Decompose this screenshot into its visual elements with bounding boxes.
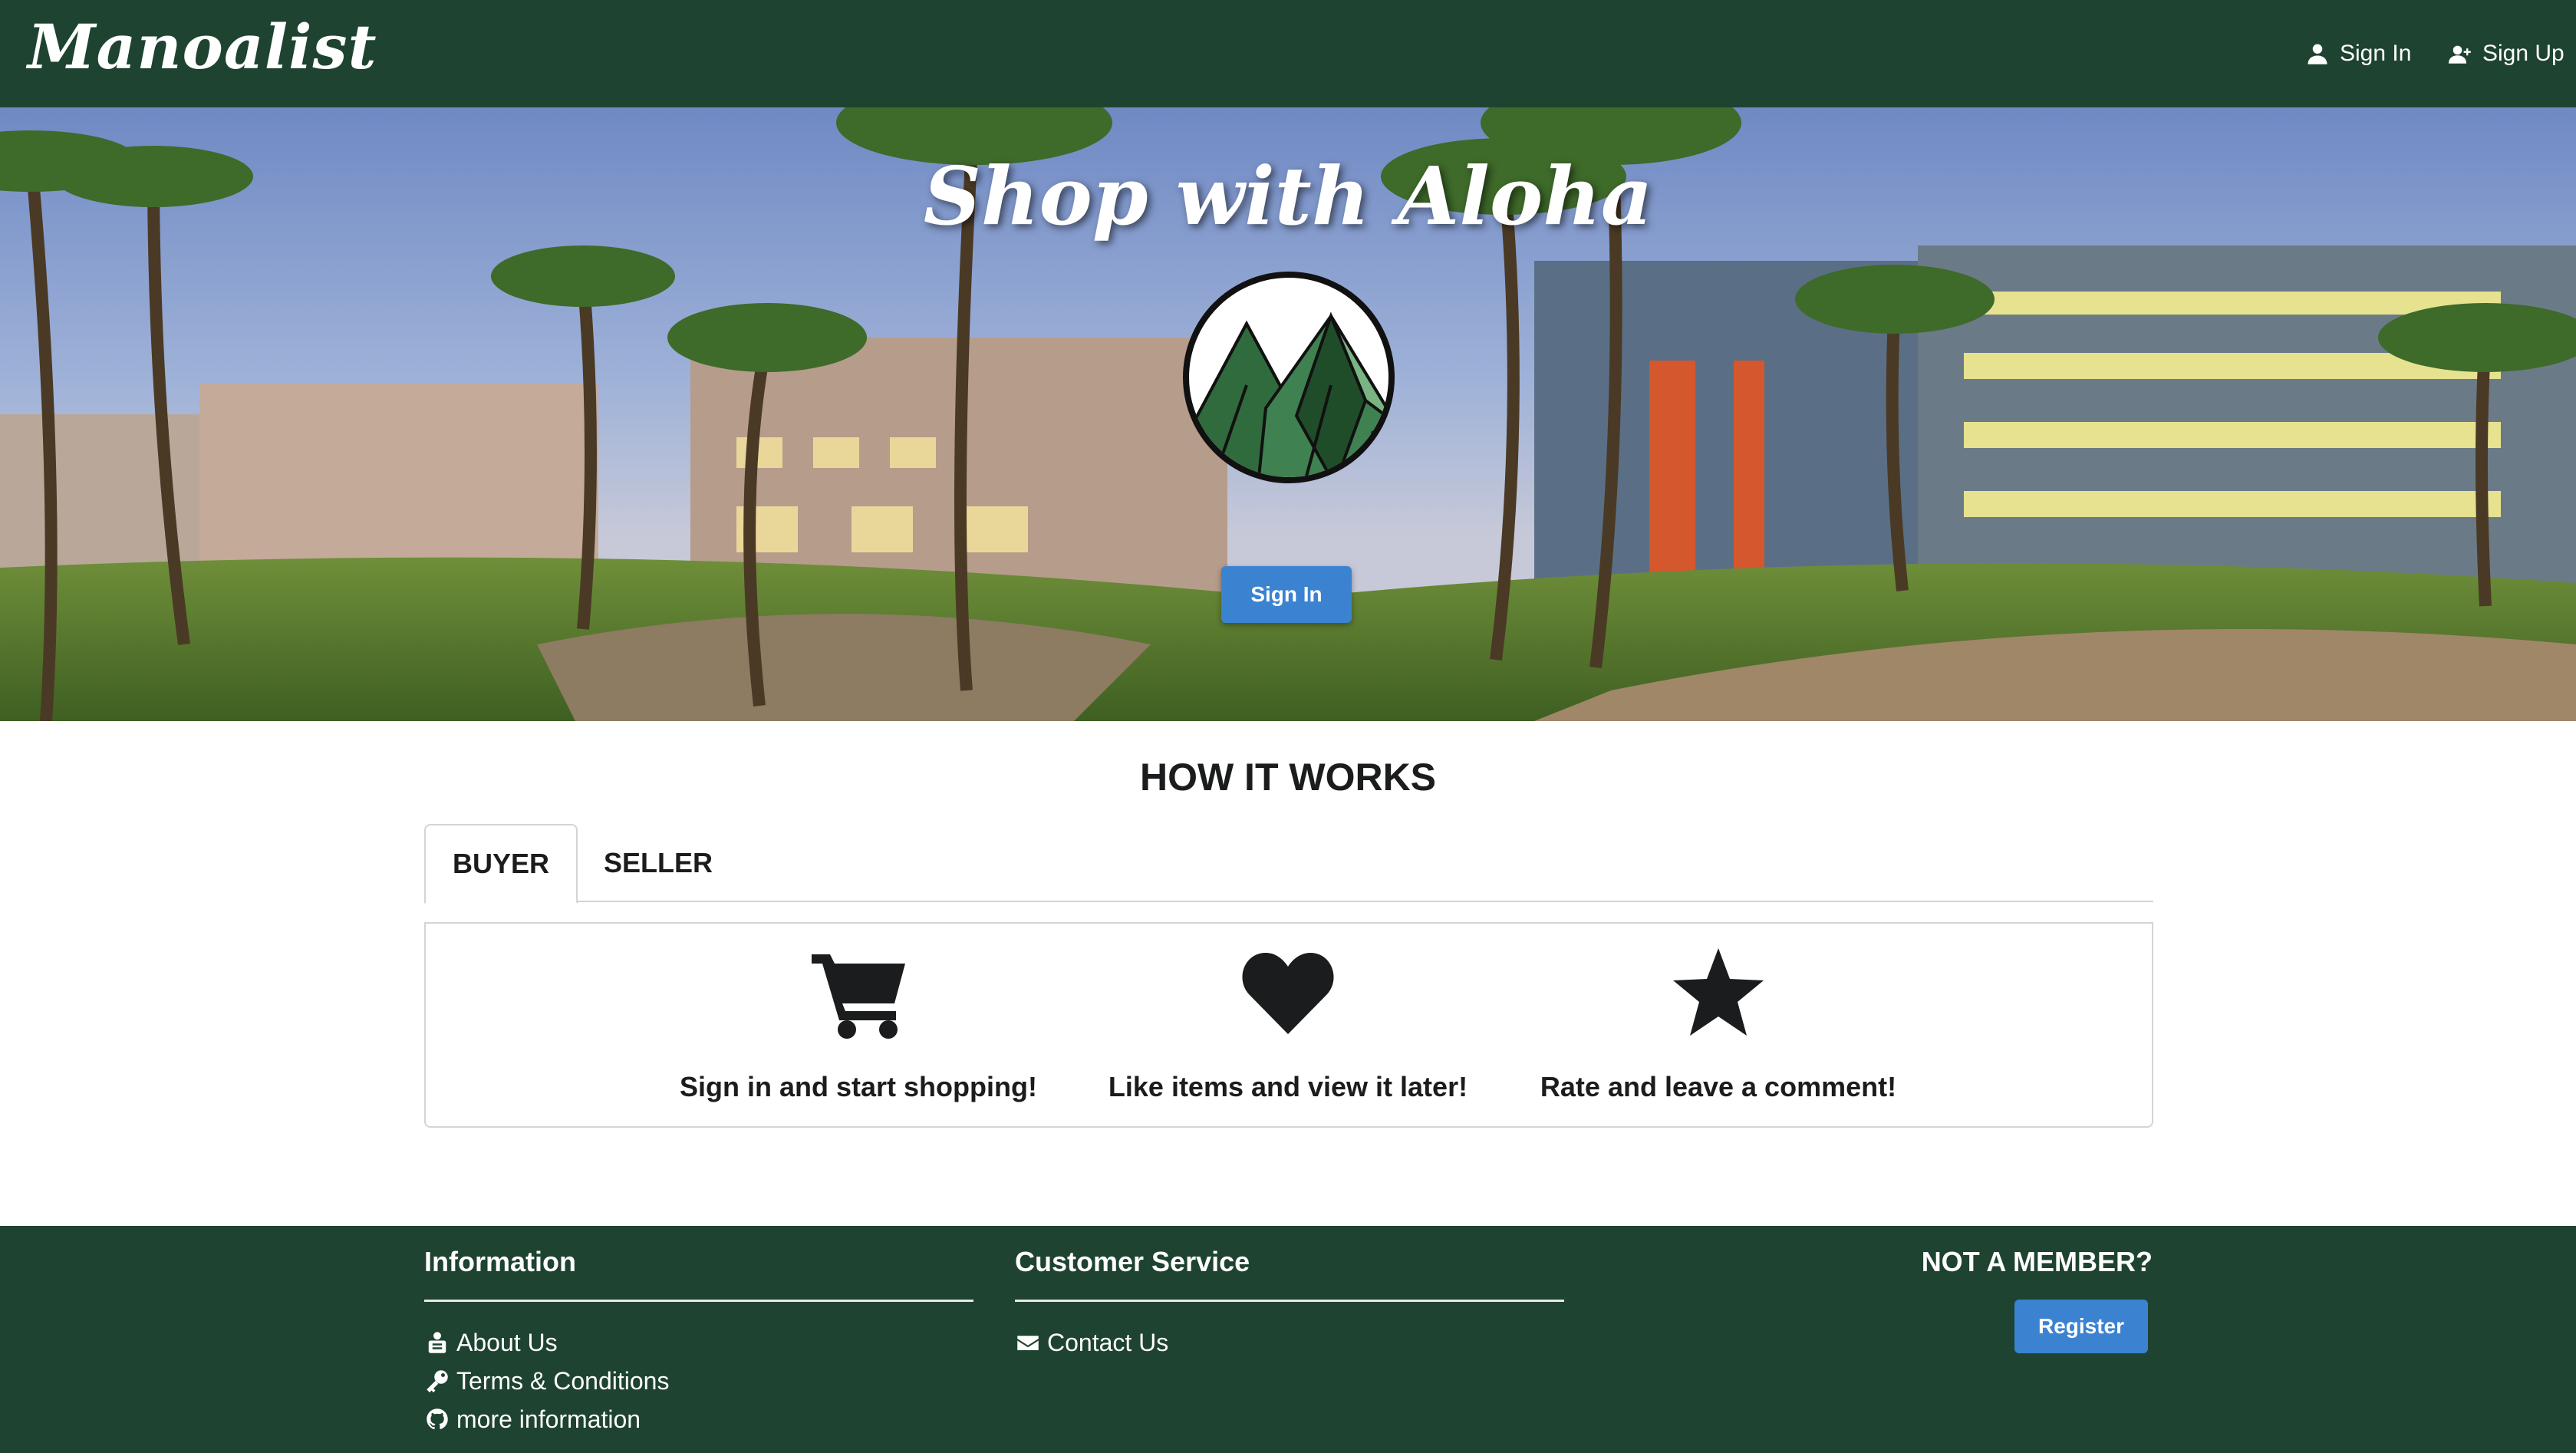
user-icon bbox=[2308, 44, 2327, 64]
nav-sign-in-label: Sign In bbox=[2340, 41, 2412, 66]
nav-sign-up-link[interactable]: Sign Up bbox=[2449, 38, 2564, 69]
footer-link-about-us[interactable]: About Us bbox=[426, 1326, 558, 1359]
footer-link-more-information[interactable]: more information bbox=[426, 1402, 641, 1436]
feature-rate: Rate and leave a comment! bbox=[1504, 944, 1933, 1103]
key-icon bbox=[427, 1370, 448, 1392]
feature-rate-text: Rate and leave a comment! bbox=[1540, 1071, 1897, 1102]
feature-shopping-text: Sign in and start shopping! bbox=[680, 1071, 1037, 1102]
add-user-icon bbox=[2449, 45, 2471, 64]
footer-information-divider bbox=[424, 1300, 973, 1302]
feature-like: Like items and view it later! bbox=[1073, 944, 1503, 1103]
mountain-logo-icon bbox=[1183, 272, 1395, 483]
nav-sign-in-link[interactable]: Sign In bbox=[2306, 38, 2411, 69]
tab-buyer[interactable]: BUYER bbox=[424, 824, 578, 904]
how-it-works-tabs: BUYER SELLER bbox=[424, 824, 2153, 904]
buyer-tab-panel: Sign in and start shopping! Like items a… bbox=[424, 922, 2153, 1128]
hero-sign-in-button[interactable]: Sign In bbox=[1221, 566, 1352, 623]
footer-link-more-information-label: more information bbox=[456, 1405, 641, 1433]
footer-link-terms-label: Terms & Conditions bbox=[456, 1366, 670, 1395]
how-it-works-title: HOW IT WORKS bbox=[1139, 756, 1437, 799]
shopping-cart-icon bbox=[812, 954, 905, 1039]
not-a-member-title: NOT A MEMBER? bbox=[1921, 1246, 2153, 1277]
feature-like-text: Like items and view it later! bbox=[1108, 1071, 1468, 1102]
brand-logo[interactable]: Manoalist bbox=[28, 11, 377, 83]
star-icon bbox=[1673, 948, 1764, 1036]
github-icon bbox=[427, 1409, 448, 1430]
nav-sign-up-label: Sign Up bbox=[2482, 41, 2564, 66]
footer-customer-service-divider bbox=[1015, 1300, 1564, 1302]
footer: Information About Us Terms & Conditions … bbox=[0, 1226, 2576, 1453]
footer-link-about-us-label: About Us bbox=[456, 1328, 558, 1356]
footer-customer-service-title: Customer Service bbox=[1015, 1246, 1250, 1277]
register-button[interactable]: Register bbox=[2014, 1300, 2148, 1353]
footer-link-contact-us-label: Contact Us bbox=[1047, 1328, 1169, 1356]
footer-information-title: Information bbox=[424, 1246, 576, 1277]
feature-shopping: Sign in and start shopping! bbox=[644, 944, 1073, 1103]
hero-banner: Shop with Aloha Sign In bbox=[0, 107, 2576, 721]
footer-link-terms[interactable]: Terms & Conditions bbox=[426, 1364, 669, 1398]
footer-link-contact-us[interactable]: Contact Us bbox=[1016, 1326, 1168, 1359]
tab-seller[interactable]: SELLER bbox=[578, 824, 739, 902]
hero-title: Shop with Aloha bbox=[923, 149, 1653, 243]
envelope-icon bbox=[1017, 1336, 1039, 1350]
heart-icon bbox=[1242, 953, 1334, 1034]
users-icon bbox=[428, 1332, 446, 1353]
top-navbar: Manoalist Sign In Sign Up bbox=[0, 0, 2576, 107]
